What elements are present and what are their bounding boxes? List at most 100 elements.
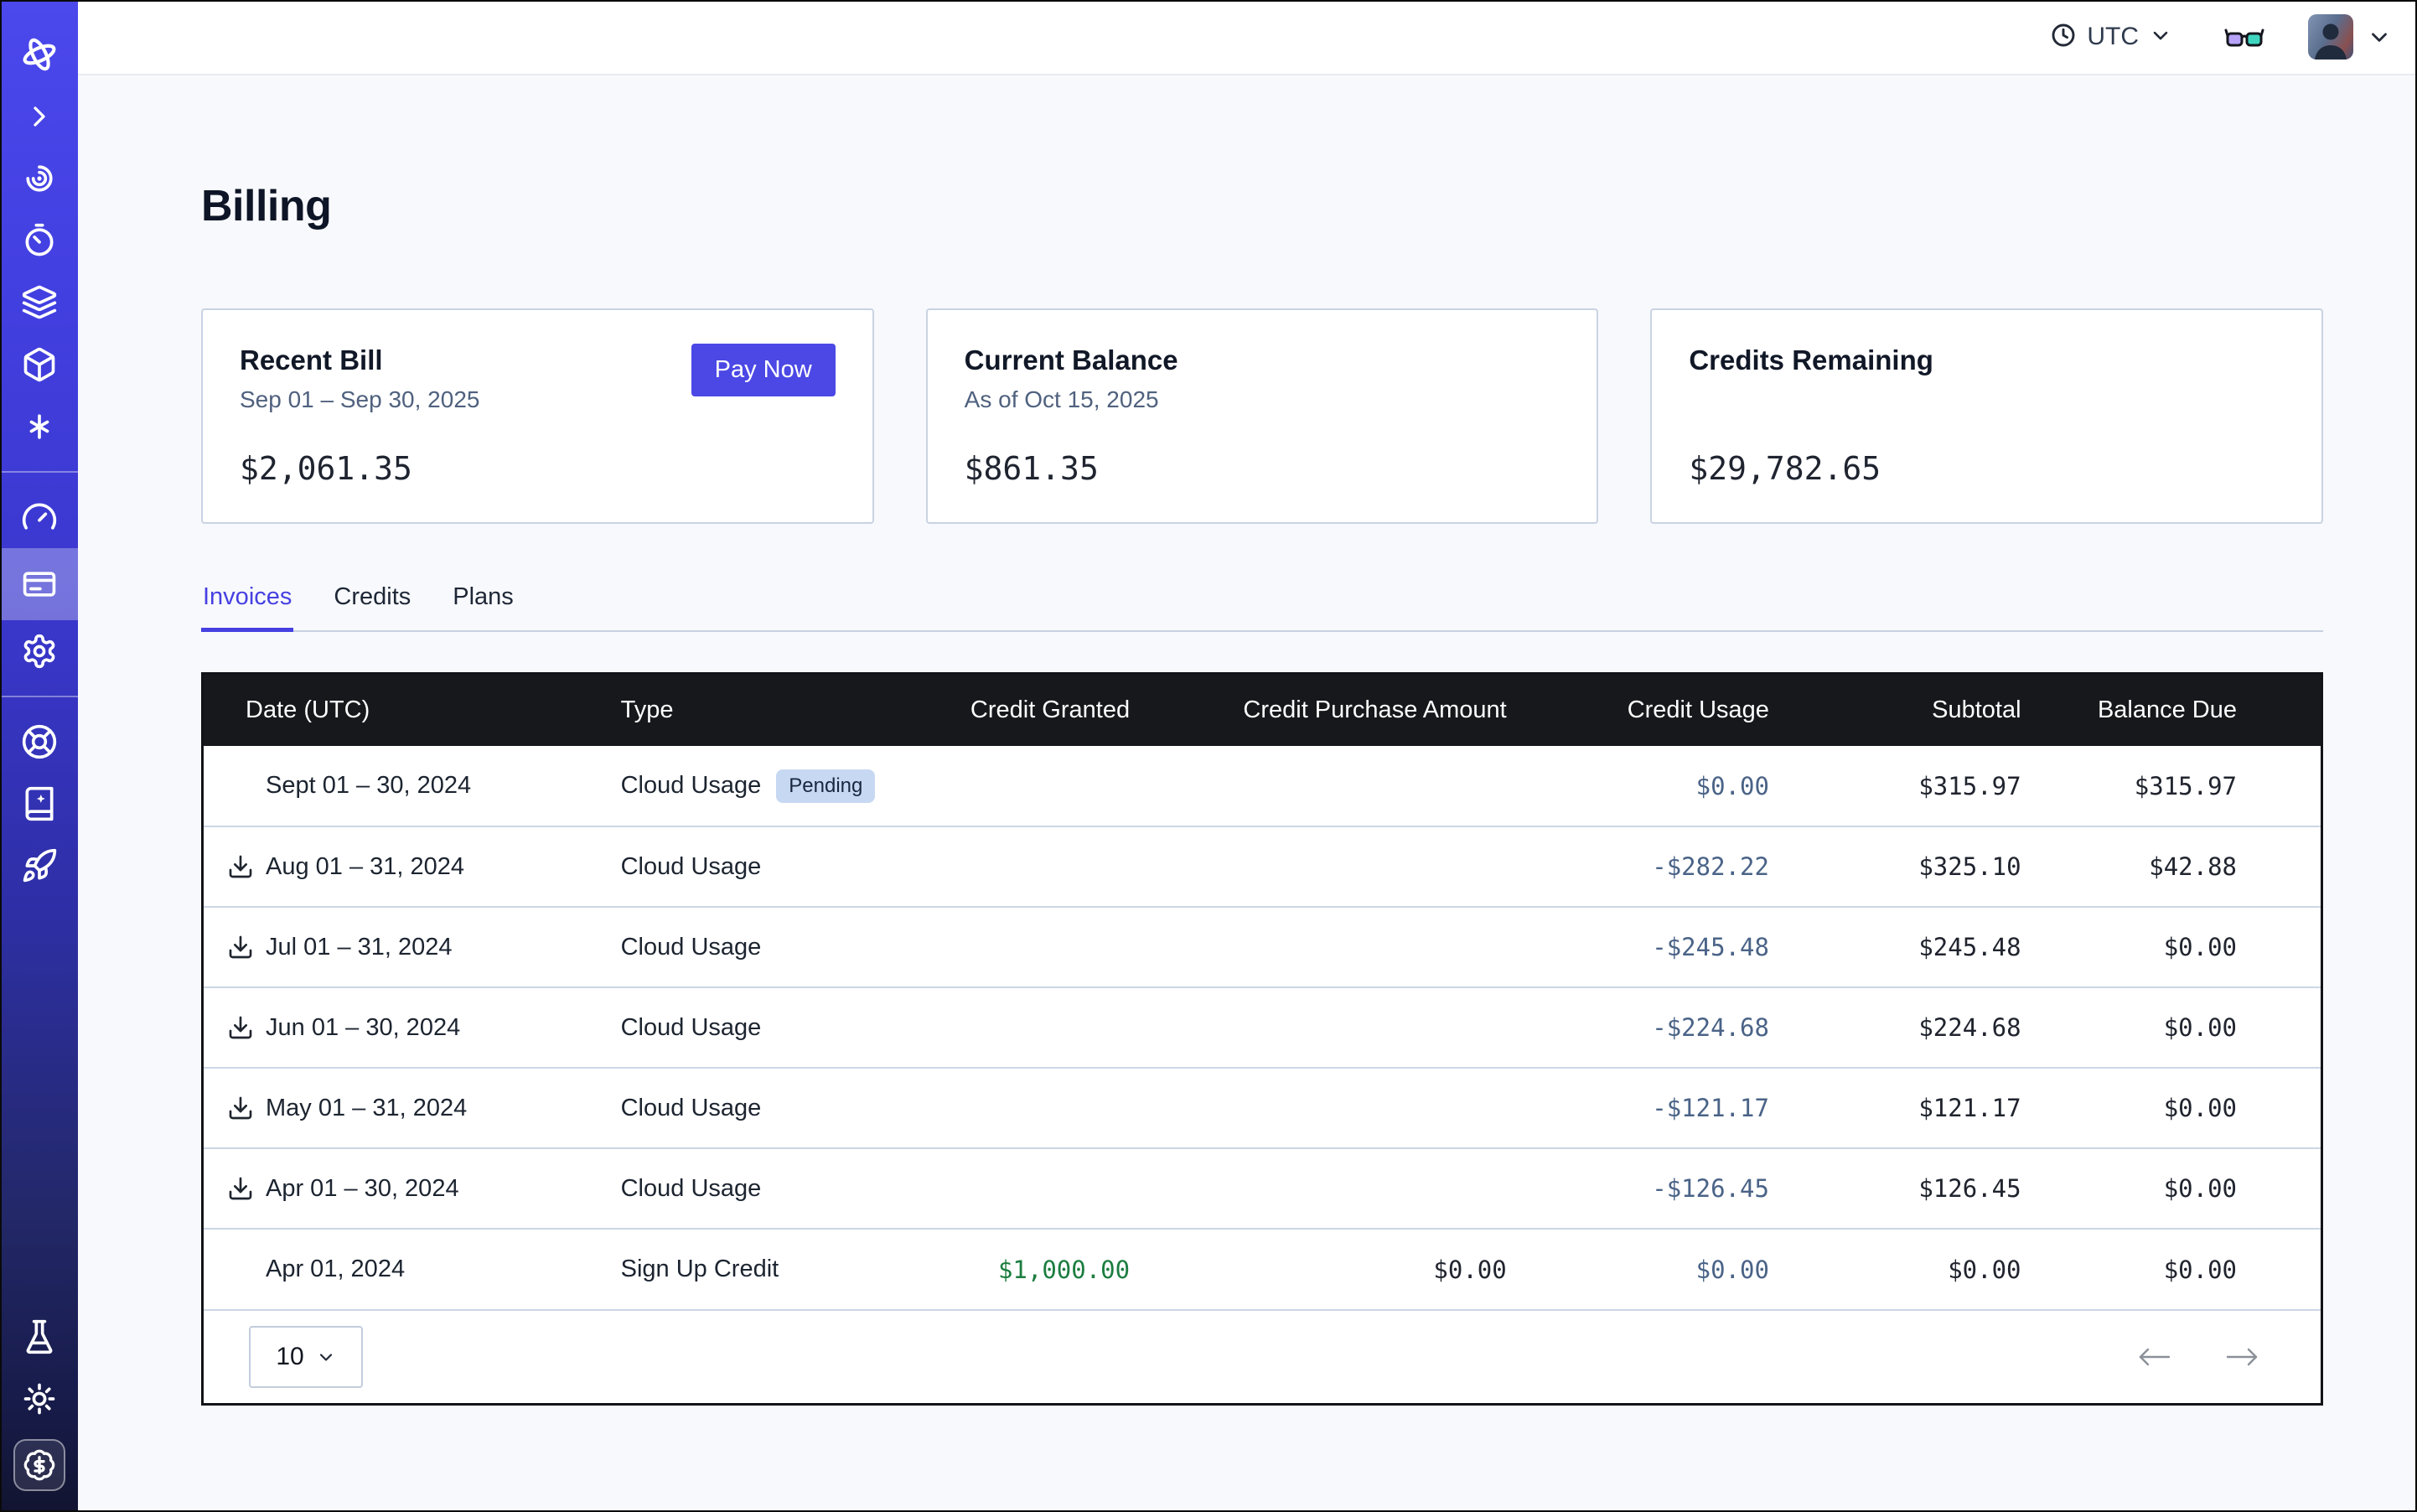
invoice-date: Apr 01 – 30, 2024 (266, 1175, 459, 1203)
invoice-date: May 01 – 31, 2024 (266, 1095, 467, 1122)
pay-now-button[interactable]: Pay Now (691, 344, 836, 396)
credit-granted-value (960, 1068, 1150, 1148)
credit-granted-value: $1,000.00 (960, 1229, 1150, 1309)
subtotal-value: $0.00 (1789, 1229, 2042, 1309)
credit-purchase-value (1150, 1148, 1527, 1229)
tab-credits[interactable]: Credits (332, 583, 412, 632)
card-title: Recent Bill (240, 344, 479, 377)
chevron-down-icon (2149, 23, 2172, 51)
sidebar-item-layers[interactable] (0, 272, 78, 334)
sidebar-item-usage[interactable] (0, 486, 78, 548)
clock-icon (2050, 22, 2077, 53)
timezone-selector[interactable]: UTC (2050, 22, 2172, 53)
next-page-button[interactable] (2225, 1345, 2260, 1369)
column-credit-purchase: Credit Purchase Amount (1150, 675, 1527, 746)
balance-due-value: $0.00 (2042, 1229, 2321, 1309)
card-title: Credits Remaining (1689, 344, 2285, 377)
column-date: Date (UTC) (204, 675, 621, 746)
arrow-right-icon (2225, 1345, 2260, 1369)
invoices-table: Date (UTC) Type Credit Granted Credit Pu… (201, 672, 2323, 1406)
download-invoice-icon[interactable] (227, 853, 254, 880)
current-balance-card: Current Balance As of Oct 15, 2025 $861.… (926, 308, 1599, 524)
tab-invoices[interactable]: Invoices (201, 583, 293, 632)
table-row: Jul 01 – 31, 2024 Cloud Usage -$245.48 $… (204, 907, 2321, 987)
subtotal-value: $121.17 (1789, 1068, 2042, 1148)
sidebar-item-docs[interactable] (0, 773, 78, 835)
credit-granted-value (960, 746, 1150, 826)
credit-granted-value (960, 1148, 1150, 1229)
earn-credits-button[interactable] (13, 1439, 65, 1491)
sidebar-divider (0, 471, 78, 473)
current-balance-amount: $861.35 (965, 449, 1560, 488)
sidebar-item-support[interactable] (0, 711, 78, 773)
column-credit-usage: Credit Usage (1527, 675, 1789, 746)
invoice-type: Cloud Usage (621, 853, 762, 881)
subtotal-value: $325.10 (1789, 826, 2042, 907)
page-size-value: 10 (276, 1343, 303, 1371)
recent-bill-card: Recent Bill Sep 01 – Sep 30, 2025 Pay No… (201, 308, 874, 524)
invoice-date: Jun 01 – 30, 2024 (266, 1014, 460, 1042)
invoice-type: Cloud Usage (621, 1175, 762, 1203)
credit-usage-value: -$224.68 (1527, 987, 1789, 1068)
main-column: UTC Billing (78, 0, 2417, 1512)
invoice-type: Cloud Usage (621, 772, 762, 800)
sidebar-item-history[interactable] (0, 210, 78, 272)
credit-usage-value: -$282.22 (1527, 826, 1789, 907)
credits-remaining-card: Credits Remaining $29,782.65 (1650, 308, 2323, 524)
credit-usage-value: -$245.48 (1527, 907, 1789, 987)
table-row: Aug 01 – 31, 2024 Cloud Usage -$282.22 $… (204, 826, 2321, 907)
credit-purchase-value (1150, 746, 1527, 826)
sidebar-item-functions[interactable] (0, 396, 78, 458)
page-title: Billing (201, 181, 2323, 231)
card-subtitle: As of Oct 15, 2025 (965, 386, 1560, 414)
topbar: UTC (78, 0, 2417, 75)
download-invoice-icon[interactable] (227, 1175, 254, 1202)
credit-usage-value: -$126.45 (1527, 1148, 1789, 1229)
balance-due-value: $315.97 (2042, 746, 2321, 826)
table-header-row: Date (UTC) Type Credit Granted Credit Pu… (204, 675, 2321, 746)
column-type: Type (621, 675, 960, 746)
sidebar-item-billing[interactable] (0, 548, 78, 620)
invoice-date: Aug 01 – 31, 2024 (266, 853, 464, 881)
credit-granted-value (960, 987, 1150, 1068)
sidebar-item-settings[interactable] (0, 620, 78, 682)
sidebar-item-labs[interactable] (0, 1306, 78, 1368)
reader-glasses-icon[interactable] (2224, 20, 2264, 54)
invoice-type: Sign Up Credit (621, 1256, 779, 1283)
download-invoice-icon[interactable] (227, 1014, 254, 1041)
sidebar-item-quickstart[interactable] (0, 835, 78, 897)
download-invoice-icon[interactable] (227, 934, 254, 961)
chevron-down-icon (316, 1347, 336, 1367)
invoice-type: Cloud Usage (621, 1095, 762, 1122)
avatar[interactable] (2308, 14, 2353, 60)
previous-page-button[interactable] (2136, 1345, 2171, 1369)
credit-usage-value: $0.00 (1527, 1229, 1789, 1309)
page-size-select[interactable]: 10 (249, 1326, 363, 1388)
table-row: May 01 – 31, 2024 Cloud Usage -$121.17 $… (204, 1068, 2321, 1148)
sidebar-item-packages[interactable] (0, 334, 78, 396)
credit-usage-value: $0.00 (1527, 746, 1789, 826)
subtotal-value: $126.45 (1789, 1148, 2042, 1229)
arrow-left-icon (2136, 1345, 2171, 1369)
credit-purchase-value: $0.00 (1150, 1229, 1527, 1309)
table-row: Apr 01 – 30, 2024 Cloud Usage -$126.45 $… (204, 1148, 2321, 1229)
logo-orbit-icon[interactable] (0, 23, 78, 85)
summary-cards: Recent Bill Sep 01 – Sep 30, 2025 Pay No… (201, 308, 2323, 524)
tab-plans[interactable]: Plans (451, 583, 515, 632)
subtotal-value: $245.48 (1789, 907, 2042, 987)
sidebar-item-observe[interactable] (0, 148, 78, 210)
credit-purchase-value (1150, 1068, 1527, 1148)
timezone-label: UTC (2087, 23, 2139, 51)
credits-remaining-amount: $29,782.65 (1689, 449, 2285, 488)
card-subtitle (1689, 386, 2285, 414)
card-subtitle: Sep 01 – Sep 30, 2025 (240, 386, 479, 414)
subtotal-value: $224.68 (1789, 987, 2042, 1068)
table-row: Apr 01, 2024 Sign Up Credit $1,000.00 $0… (204, 1229, 2321, 1309)
download-invoice-icon[interactable] (227, 1095, 254, 1121)
sidebar-item-theme-toggle[interactable] (0, 1368, 78, 1430)
invoice-date: Jul 01 – 31, 2024 (266, 934, 453, 961)
billing-tabs: Invoices Credits Plans (201, 583, 2323, 632)
sidebar-expand-button[interactable] (0, 85, 78, 148)
balance-due-value: $42.88 (2042, 826, 2321, 907)
account-menu-chevron-icon[interactable] (2367, 24, 2392, 49)
